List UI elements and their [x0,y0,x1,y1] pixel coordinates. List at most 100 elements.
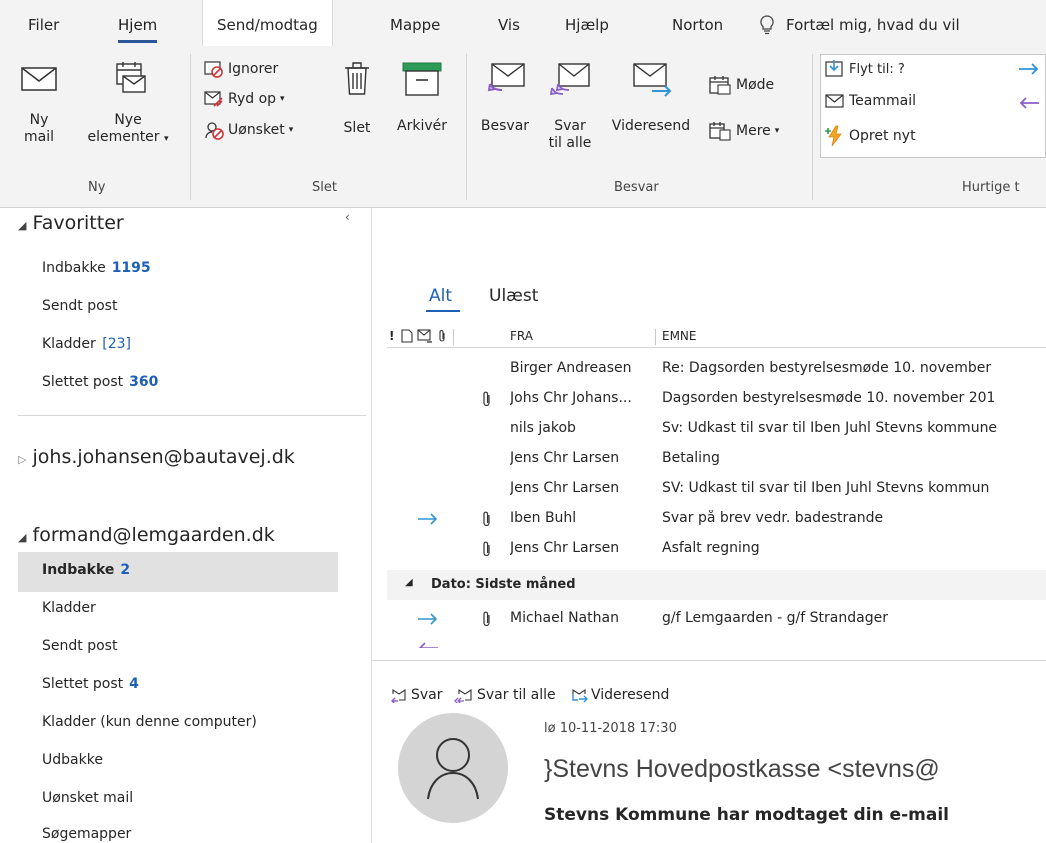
tab-send-receive[interactable]: Send/modtag [202,0,333,46]
reminder-column-icon[interactable] [417,329,433,346]
folder-label: Indbakke [42,562,115,578]
collapse-pane-icon[interactable]: ‹ [345,210,350,224]
ignore-icon [204,61,223,78]
attachment-column-icon[interactable] [437,329,447,346]
message-row[interactable]: Jens Chr Larsen Asfalt regning [387,534,1046,564]
favorite-deleted[interactable]: Slettet post 360 [42,374,158,390]
group-label-quick-steps: Hurtige t [962,180,1020,195]
folder-deleted[interactable]: Slettet post 4 [42,676,139,692]
column-header: ! FRA EMNE [387,326,1046,348]
message-from: Birger Andreasen [510,360,632,376]
reply-button[interactable]: Besvar [474,60,536,135]
quick-step-move-to[interactable]: Flyt til: ? [825,59,905,79]
account-lemgaarden[interactable]: ◢ formand@lemgaarden.dk [18,524,275,546]
date-group-header[interactable]: ◢ Dato: Sidste måned [387,570,1046,600]
tab-home[interactable]: Hjem [118,16,158,43]
message-subject: Betaling [662,450,720,466]
reader-reply-all-button[interactable]: Svar til alle [454,687,556,703]
person-icon [427,738,479,800]
folder-sent[interactable]: Sendt post [42,638,117,654]
tab-folder[interactable]: Mappe [390,16,440,34]
message-subject: g/f Lemgaarden - g/f Strandager [662,610,888,626]
meeting-button[interactable]: Møde [708,74,774,96]
lightbulb-icon[interactable] [758,14,776,40]
account-bautavej[interactable]: ▷ johs.johansen@bautavej.dk [18,446,295,468]
message-subject: Re: Dagsorden bestyrelsesmøde 10. novemb… [662,360,992,376]
reader-reply-all-label: Svar til alle [477,687,556,703]
junk-label: Uønsket [228,122,285,138]
message-subject: Dagsorden bestyrelsesmøde 10. november 2… [662,390,996,406]
message-row[interactable]: nils jakob Sv: Udkast til svar til Iben … [387,414,1046,444]
reply-all-button[interactable]: Svar til alle [542,60,598,152]
new-mail-label-2: mail [24,129,54,145]
message-from: Iben Buhl [510,510,577,526]
new-mail-button[interactable]: Ny mail [14,60,64,146]
message-row[interactable]: Jens Chr Larsen Betaling [387,444,1046,474]
delete-button[interactable]: Slet [336,58,378,137]
collapsed-triangle-icon: ▷ [18,453,27,466]
quick-step-team-mail[interactable]: Teammail [825,93,916,109]
junk-button[interactable]: Uønsket ▾ [204,120,293,140]
active-tab-underline [426,310,460,312]
message-row[interactable]: Iben Buhl Svar på brev vedr. badestrande [387,504,1046,534]
favorite-inbox[interactable]: Indbakke 1195 [42,260,151,276]
cleanup-button[interactable]: Ryd op ▾ [204,90,285,108]
folder-inbox[interactable]: Indbakke 2 [42,562,130,578]
importance-column-icon[interactable]: ! [389,329,394,343]
create-new-label: Opret nyt [849,128,916,144]
reply-icon [391,688,406,703]
folder-label: Udbakke [42,752,103,768]
folder-outbox[interactable]: Udbakke [42,752,103,768]
account-name: formand@lemgaarden.dk [32,524,275,546]
lightning-icon [825,125,842,147]
reading-pane: Svar Svar til alle Videresend lø 10-11-2… [372,660,1046,843]
message-from: Jens Chr Larsen [510,480,620,496]
favorite-sent[interactable]: Sendt post [42,298,117,314]
folder-drafts[interactable]: Kladder [42,600,96,616]
message-subject-heading: Stevns Kommune har modtaget din e-mail [544,805,949,825]
folder-label: Kladder [42,336,96,352]
reply-all-label-1: Svar [554,118,586,134]
tab-file[interactable]: Filer [28,16,59,34]
tab-help[interactable]: Hjælp [565,16,609,34]
filter-tab-unread[interactable]: Ulæst [489,286,538,306]
folder-label: Slettet post [42,374,124,390]
reply-all-icon [549,63,590,96]
tab-norton[interactable]: Norton [672,16,723,34]
tab-view[interactable]: Vis [498,16,520,34]
new-items-button[interactable]: Nye elementer ▾ [80,60,176,148]
message-row[interactable]: Birger Andreasen Re: Dagsorden bestyrels… [387,354,1046,384]
dropdown-arrow-icon: ▾ [164,134,169,144]
message-row[interactable]: Johs Chr Johans... Dagsorden bestyrelses… [387,384,1046,414]
favorites-header[interactable]: ◢ Favoritter [18,212,124,234]
cleanup-icon [204,91,223,107]
forward-button[interactable]: Videresend [606,60,696,135]
item-type-column-icon[interactable] [401,329,413,346]
expanded-triangle-icon: ◢ [18,531,27,544]
subject-column-header[interactable]: EMNE [662,329,697,343]
message-row[interactable]: Jens Chr Larsen SV: Udkast til svar til … [387,474,1046,504]
tell-me-search[interactable]: Fortæl mig, hvad du vil [786,16,960,34]
unread-count: 4 [129,676,139,692]
message-row[interactable]: Michael Nathan g/f Lemgaarden - g/f Stra… [387,604,1046,634]
meeting-icon [709,76,731,95]
message-from: nils jakob [510,420,576,436]
folder-junk[interactable]: Uønsket mail [42,790,133,806]
favorite-drafts[interactable]: Kladder [23] [42,336,131,352]
folder-search[interactable]: Søgemapper [42,826,131,842]
folder-label: Sendt post [42,638,118,654]
from-column-header[interactable]: FRA [510,329,533,343]
reader-reply-button[interactable]: Svar [390,687,443,703]
ribbon: Ny mail Nye elementer ▾ Ignorer Ryd op ▾… [0,46,1046,208]
ignore-button[interactable]: Ignorer [204,60,278,78]
move-to-folder-icon [825,60,843,77]
reader-forward-button[interactable]: Videresend [570,687,669,703]
more-button[interactable]: Mere ▾ [708,120,779,142]
envelope-icon [21,67,57,91]
new-items-label-1: Nye [114,112,142,128]
filter-tab-all[interactable]: Alt [429,286,452,306]
message-subject: Asfalt regning [662,540,760,556]
quick-step-create-new[interactable]: Opret nyt [825,125,916,147]
folder-local-drafts[interactable]: Kladder (kun denne computer) [42,714,257,730]
archive-button[interactable]: Arkivér [390,60,454,135]
